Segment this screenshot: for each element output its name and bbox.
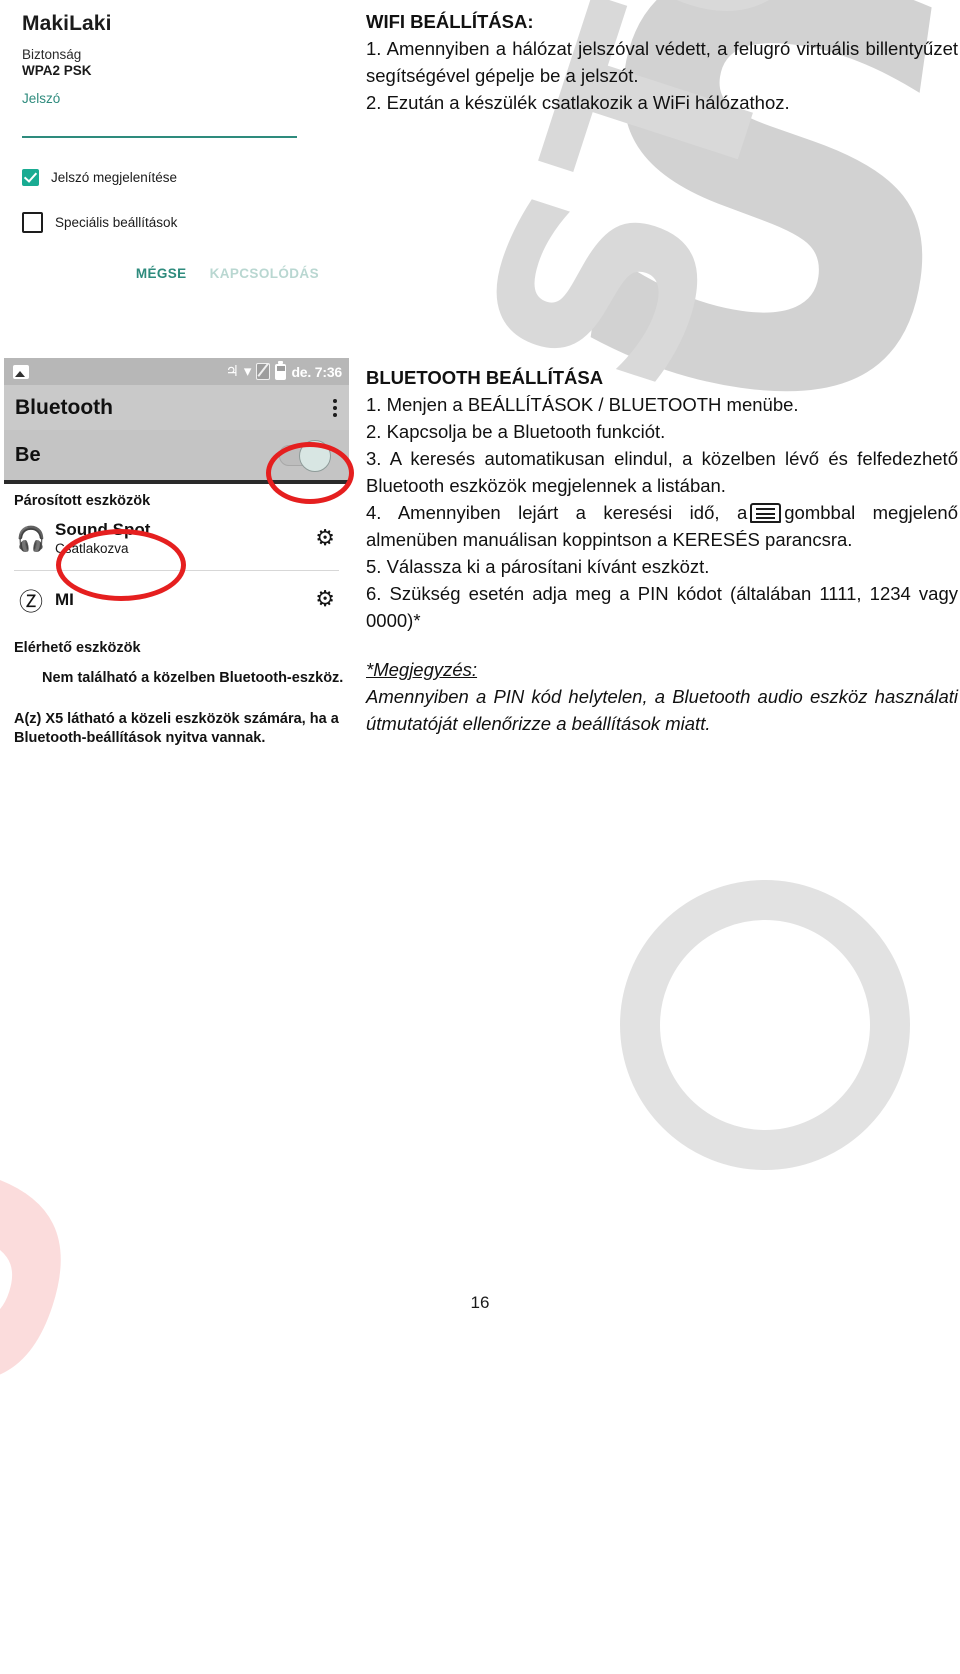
- bluetooth-icon: Ⓩ: [19, 588, 43, 616]
- wifi-icon: ▾: [243, 362, 252, 380]
- no-devices-message: Nem található a közelben Bluetooth-eszkö…: [42, 670, 344, 686]
- bluetooth-instruction-step-3: 3. A keresés automatikusan elindul, a kö…: [366, 448, 958, 496]
- sim-off-icon: [256, 363, 271, 380]
- bluetooth-toggle-label: Be: [15, 443, 41, 466]
- manual-page: MakiLaki Biztonság WPA2 PSK Jelszó Jelsz…: [0, 0, 960, 1328]
- bluetooth-instructions-heading: BLUETOOTH BEÁLLÍTÁSA: [366, 367, 604, 388]
- status-bar-clock: de. 7:36: [291, 363, 342, 380]
- show-password-checkbox[interactable]: [22, 169, 39, 186]
- list-item[interactable]: 🎧 Sound Spot Csatlakozva ⚙: [4, 509, 349, 568]
- connect-button[interactable]: KAPCSOLÓDÁS: [210, 266, 319, 281]
- wifi-dialog-actions: MÉGSE KAPCSOLÓDÁS: [22, 266, 322, 281]
- wifi-security-label: Biztonság: [22, 47, 82, 62]
- paired-devices-heading: Párosított eszközök: [14, 493, 151, 509]
- advanced-options-checkbox-row[interactable]: Speciális beállítások: [22, 212, 322, 233]
- wifi-connect-dialog: MakiLaki Biztonság WPA2 PSK Jelszó Jelsz…: [22, 12, 322, 281]
- note-text: Amennyiben a PIN kód helytelen, a Blueto…: [366, 686, 958, 734]
- bluetooth-instruction-step-5: 5. Válassza ki a párosítani kívánt eszkö…: [366, 556, 710, 577]
- device-name: MI: [55, 589, 74, 609]
- status-bar-left: [13, 364, 29, 379]
- available-devices-heading: Elérhető eszközök: [14, 640, 141, 656]
- status-bar-right: ♃ ▾ de. 7:36: [225, 360, 342, 380]
- device-text: Sound Spot Csatlakozva: [55, 520, 150, 557]
- device-name: Sound Spot: [55, 520, 151, 539]
- bluetooth-instruction-step-2: 2. Kapcsolja be a Bluetooth funkciót.: [366, 421, 666, 442]
- gear-icon[interactable]: ⚙: [315, 587, 335, 612]
- device-status: Csatlakozva: [55, 541, 129, 556]
- bluetooth-instruction-step-4: 4. Amennyiben lejárt a keresési idő, a go…: [366, 499, 958, 553]
- menu-button-icon: [750, 503, 782, 523]
- bluetooth-toggle-row[interactable]: Be: [4, 430, 349, 484]
- image-icon: [13, 364, 29, 379]
- bluetooth-device-list: Párosított eszközök 🎧 Sound Spot Csatlak…: [4, 484, 349, 748]
- kebab-menu-icon[interactable]: [333, 398, 337, 417]
- wifi-security-value: WPA2 PSK: [22, 63, 92, 78]
- wifi-password-input[interactable]: [22, 136, 297, 138]
- toggle-knob: [299, 439, 331, 472]
- bluetooth-toggle-switch[interactable]: [279, 439, 331, 472]
- gear-icon[interactable]: ⚙: [315, 526, 335, 551]
- bluetooth-title-bar: Bluetooth: [4, 385, 349, 430]
- cancel-button[interactable]: MÉGSE: [136, 266, 187, 281]
- bluetooth-phone-screenshot: ♃ ▾ de. 7:36 Bluetooth Be Párosított esz…: [4, 358, 349, 748]
- list-item[interactable]: Ⓩ MI ⚙: [4, 571, 349, 628]
- wifi-instruction-step-2: 2. Ezután a készülék csatlakozik a WiFi …: [366, 92, 790, 113]
- headphones-icon: 🎧: [16, 524, 46, 553]
- android-status-bar: ♃ ▾ de. 7:36: [4, 358, 349, 385]
- bluetooth-icon: ♃: [225, 362, 239, 380]
- visibility-footer-note: A(z) X5 látható a közeli eszközök számár…: [14, 711, 339, 746]
- bluetooth-instruction-step-6: 6. Szükség esetén adja meg a PIN kódot (…: [366, 583, 958, 631]
- bluetooth-page-title: Bluetooth: [15, 395, 113, 419]
- wifi-instruction-step-1: 1. Amennyiben a hálózat jelszóval védett…: [366, 38, 958, 86]
- device-text: MI: [55, 590, 74, 610]
- battery-icon: [275, 360, 287, 380]
- show-password-checkbox-row[interactable]: Jelszó megjelenítése: [22, 169, 322, 186]
- wifi-ssid-title: MakiLaki: [22, 12, 112, 35]
- wifi-instructions-heading: WIFI BEÁLLÍTÁSA:: [366, 11, 534, 32]
- advanced-options-checkbox[interactable]: [22, 212, 43, 233]
- page-number: 16: [470, 1293, 490, 1312]
- step4-text-before: 4. Amennyiben lejárt a keresési idő, a: [366, 502, 748, 523]
- wifi-password-label: Jelszó: [22, 91, 61, 106]
- note-heading: *Megjegyzés:: [366, 659, 478, 680]
- bluetooth-setup-instructions: BLUETOOTH BEÁLLÍTÁSA 1. Menjen a BEÁLLÍT…: [366, 364, 958, 737]
- show-password-label: Jelszó megjelenítése: [51, 170, 178, 185]
- bluetooth-instruction-step-1: 1. Menjen a BEÁLLÍTÁSOK / BLUETOOTH menü…: [366, 394, 799, 415]
- advanced-options-label: Speciális beállítások: [55, 215, 178, 230]
- wifi-setup-instructions: WIFI BEÁLLÍTÁSA: 1. Amennyiben a hálózat…: [366, 8, 958, 116]
